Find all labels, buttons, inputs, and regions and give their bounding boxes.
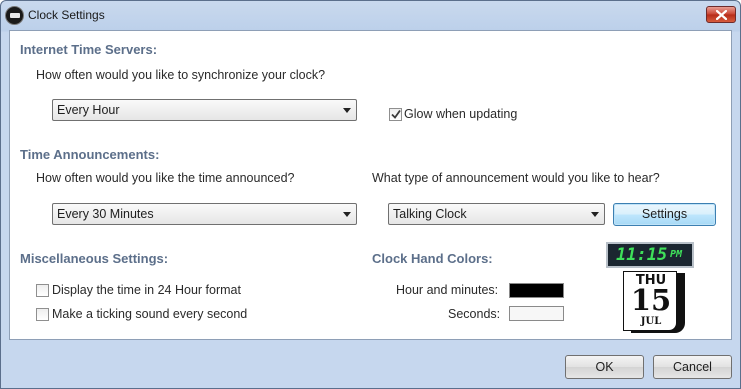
calendar-date: 15: [630, 283, 672, 317]
announce-frequency-dropdown[interactable]: Every 30 Minutes: [52, 203, 357, 225]
close-button[interactable]: [706, 6, 736, 23]
dropdown-arrow-icon: [343, 212, 351, 217]
miscellaneous-settings-heading: Miscellaneous Settings:: [20, 251, 169, 266]
hour-minutes-color-label: Hour and minutes:: [396, 283, 499, 297]
calendar-page: THU 15 JUL: [623, 271, 677, 331]
hour-minutes-color-swatch[interactable]: [509, 283, 564, 298]
internet-time-servers-heading: Internet Time Servers:: [20, 42, 158, 57]
time-announcements-heading: Time Announcements:: [20, 147, 160, 162]
calendar-month: JUL: [640, 316, 662, 327]
window-title: Clock Settings: [28, 8, 105, 22]
announce-frequency-question: How often would you like the time announ…: [36, 171, 295, 185]
ticking-sound-label[interactable]: Make a ticking sound every second: [52, 307, 247, 321]
sync-frequency-value: Every Hour: [57, 103, 120, 117]
ok-button[interactable]: OK: [565, 355, 644, 379]
announce-type-dropdown[interactable]: Talking Clock: [388, 203, 605, 225]
format-24-hour-checkbox[interactable]: [36, 284, 49, 297]
clock-settings-window: Clock Settings Internet Time Servers: Ho…: [0, 0, 741, 389]
app-icon: [5, 6, 24, 25]
checkmark-icon: [391, 109, 401, 119]
announce-frequency-value: Every 30 Minutes: [57, 207, 154, 221]
glow-when-updating-label[interactable]: Glow when updating: [404, 107, 517, 121]
sync-frequency-dropdown[interactable]: Every Hour: [52, 99, 357, 121]
sync-question-label: How often would you like to synchronize …: [36, 68, 326, 82]
dropdown-arrow-icon: [343, 108, 351, 113]
seconds-color-swatch[interactable]: [509, 306, 564, 321]
ticking-sound-checkbox[interactable]: [36, 308, 49, 321]
clock-hand-colors-heading: Clock Hand Colors:: [372, 251, 493, 266]
seconds-color-label: Seconds:: [448, 307, 501, 321]
digital-ampm: PM: [670, 249, 683, 260]
close-icon: [716, 10, 727, 20]
announcement-settings-button[interactable]: Settings: [613, 203, 716, 226]
calendar-icon: THU 15 JUL: [621, 271, 687, 337]
dropdown-arrow-icon: [591, 212, 599, 217]
digital-time: 11:15: [616, 245, 668, 265]
cancel-button[interactable]: Cancel: [653, 355, 732, 379]
glow-when-updating-checkbox[interactable]: [389, 108, 402, 121]
announce-type-question: What type of announcement would you like…: [372, 171, 660, 185]
announce-type-value: Talking Clock: [393, 207, 467, 221]
format-24-hour-label[interactable]: Display the time in 24 Hour format: [52, 283, 241, 297]
digital-clock-preview: 11:15 PM: [606, 242, 694, 268]
title-bar[interactable]: Clock Settings: [1, 1, 740, 30]
